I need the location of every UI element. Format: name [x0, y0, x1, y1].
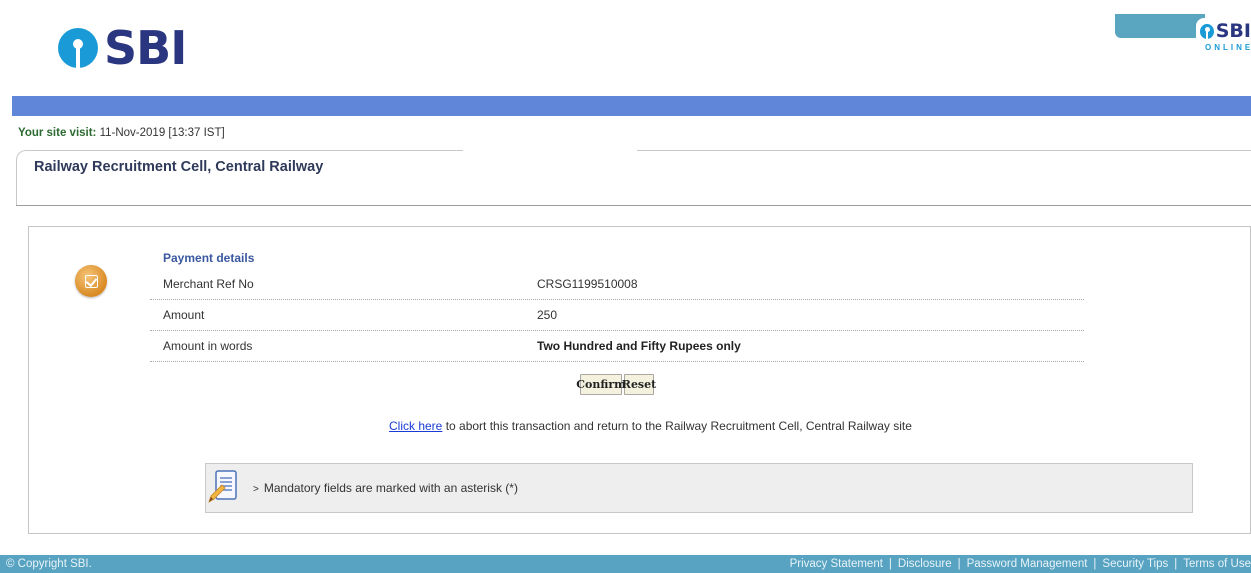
footer-link-security-tips[interactable]: Security Tips	[1102, 558, 1168, 570]
footer-separator: |	[888, 558, 892, 570]
sbi-online-logo: SBI ONLINE	[1196, 18, 1251, 68]
footer-links: Privacy Statement | Disclosure | Passwor…	[790, 558, 1251, 570]
payment-details-heading: Payment details	[163, 251, 255, 265]
corner-accent-bar	[1115, 14, 1205, 38]
site-visit-info: Your site visit: 11-Nov-2019 [13:37 IST]	[18, 127, 225, 139]
sbi-online-logo-icon	[1200, 24, 1214, 39]
detail-value: 250	[537, 308, 558, 322]
detail-label: Amount in words	[163, 339, 253, 353]
copyright-text: © Copyright SBI.	[6, 558, 92, 570]
detail-label: Merchant Ref No	[163, 277, 254, 291]
sbi-logo-text: SBI	[104, 21, 187, 75]
site-visit-value: 11-Nov-2019 [13:37 IST]	[99, 127, 225, 139]
mandatory-notice: > Mandatory fields are marked with an ast…	[253, 481, 518, 495]
footer-link-privacy[interactable]: Privacy Statement	[790, 558, 883, 570]
header-band	[12, 96, 1251, 116]
checkbox-badge-icon	[75, 265, 107, 297]
redacted-area	[463, 145, 637, 185]
reset-button[interactable]: Reset	[622, 374, 656, 395]
footer-link-password-management[interactable]: Password Management	[967, 558, 1088, 570]
detail-row-amount-words: Amount in words Two Hundred and Fifty Ru…	[150, 332, 1084, 362]
sbi-logo: SBI	[58, 20, 187, 76]
page-title: Railway Recruitment Cell, Central Railwa…	[34, 159, 324, 175]
footer-separator: |	[1174, 558, 1178, 570]
detail-value: Two Hundred and Fifty Rupees only	[537, 339, 741, 353]
sbi-online-logo-text: SBI	[1215, 20, 1251, 42]
footer-link-disclosure[interactable]: Disclosure	[898, 558, 952, 570]
abort-transaction-line: Click here to abort this transaction and…	[389, 419, 912, 433]
footer-separator: |	[957, 558, 961, 570]
footer: © Copyright SBI. Privacy Statement | Dis…	[0, 555, 1251, 573]
detail-value: CRSG1199510008	[537, 277, 638, 291]
detail-label: Amount	[163, 308, 205, 322]
chevron-right-icon: >	[253, 484, 259, 495]
footer-link-terms[interactable]: Terms of Use	[1183, 558, 1251, 570]
site-visit-label: Your site visit:	[18, 127, 97, 139]
detail-row-merchant-ref: Merchant Ref No CRSG1199510008	[150, 270, 1084, 300]
mandatory-notice-text: Mandatory fields are marked with an aste…	[263, 481, 518, 495]
note-pencil-icon	[208, 470, 237, 503]
abort-link[interactable]: Click here	[389, 419, 442, 433]
abort-text: to abort this transaction and return to …	[442, 419, 912, 433]
title-divider	[16, 205, 1251, 206]
footer-separator: |	[1093, 558, 1097, 570]
confirm-button[interactable]: Confirm	[576, 374, 626, 395]
detail-row-amount: Amount 250	[150, 301, 1084, 331]
sbi-online-logo-sub: ONLINE	[1205, 43, 1251, 52]
sbi-logo-icon	[58, 28, 98, 68]
